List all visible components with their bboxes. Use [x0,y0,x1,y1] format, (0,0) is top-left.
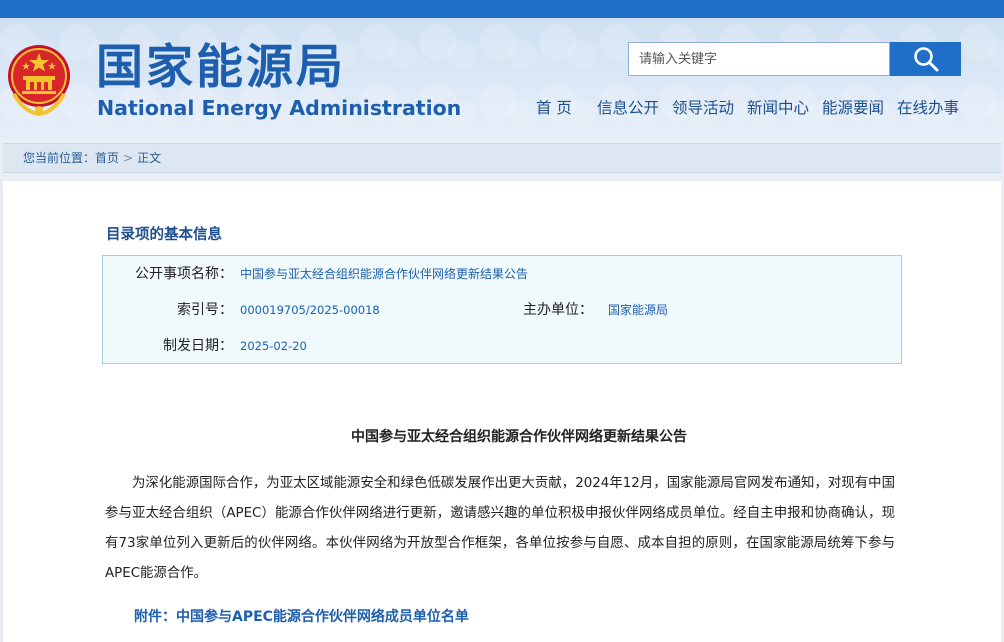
nav-item-online-services[interactable]: 在线办事 [897,97,959,119]
search-icon [913,47,938,72]
breadcrumb-bar: 您当前位置：首页 > 正文 [3,143,1001,173]
search-placeholder: 请输入关键字 [639,51,718,66]
main-content: 目录项的基本信息 公开事项名称： 中国参与亚太经合组织能源合作伙伴网络更新结果公… [3,181,1001,642]
breadcrumb-home-link[interactable]: 首页 [95,151,119,165]
info-table: 公开事项名称： 中国参与亚太经合组织能源合作伙伴网络更新结果公告 索引号： 00… [102,255,902,364]
breadcrumb-prefix: 您当前位置： [23,151,96,165]
nav-item-info-disclosure[interactable]: 信息公开 [597,97,659,119]
national-emblem-icon [8,45,70,117]
article-title: 中国参与亚太经合组织能源合作伙伴网络更新结果公告 [351,429,687,445]
breadcrumb-current[interactable]: 正文 [137,151,161,165]
info-date-value: 2025-02-20 [240,339,307,353]
info-index-value: 000019705/2025-00018 [240,303,380,317]
nav-item-energy-news[interactable]: 能源要闻 [822,97,884,119]
article-body: 为深化能源国际合作，为亚太区域能源安全和绿色低碳发展作出更大贡献，2024年12… [105,476,895,581]
top-strip [0,0,1004,18]
site-title-en[interactable]: National Energy Administration [97,96,461,120]
breadcrumb: 您当前位置：首页 > 正文 [23,149,161,167]
breadcrumb-separator: > [123,151,134,165]
info-name-value: 中国参与亚太经合组织能源合作伙伴网络更新结果公告 [240,267,529,281]
info-section-title: 目录项的基本信息 [106,227,222,243]
search-button[interactable] [890,42,961,76]
info-org-value: 国家能源局 [608,303,669,317]
info-org-label: 主办单位： [523,302,593,318]
attachment-link[interactable]: 附件：中国参与APEC能源合作伙伴网络成员单位名单 [134,607,469,627]
info-index-label: 索引号： [177,302,233,318]
site-title-cn[interactable]: 国家能源局 [96,42,346,94]
site-header: 国家能源局 National Energy Administration 请输入… [0,18,1004,142]
info-date-label: 制发日期： [163,338,233,354]
nav-item-home[interactable]: 首 页 [536,97,572,119]
nav-item-news-center[interactable]: 新闻中心 [747,97,809,119]
nav-item-leadership[interactable]: 领导活动 [672,97,734,119]
info-name-label: 公开事项名称： [135,266,233,282]
search-input[interactable]: 请输入关键字 [628,42,890,76]
